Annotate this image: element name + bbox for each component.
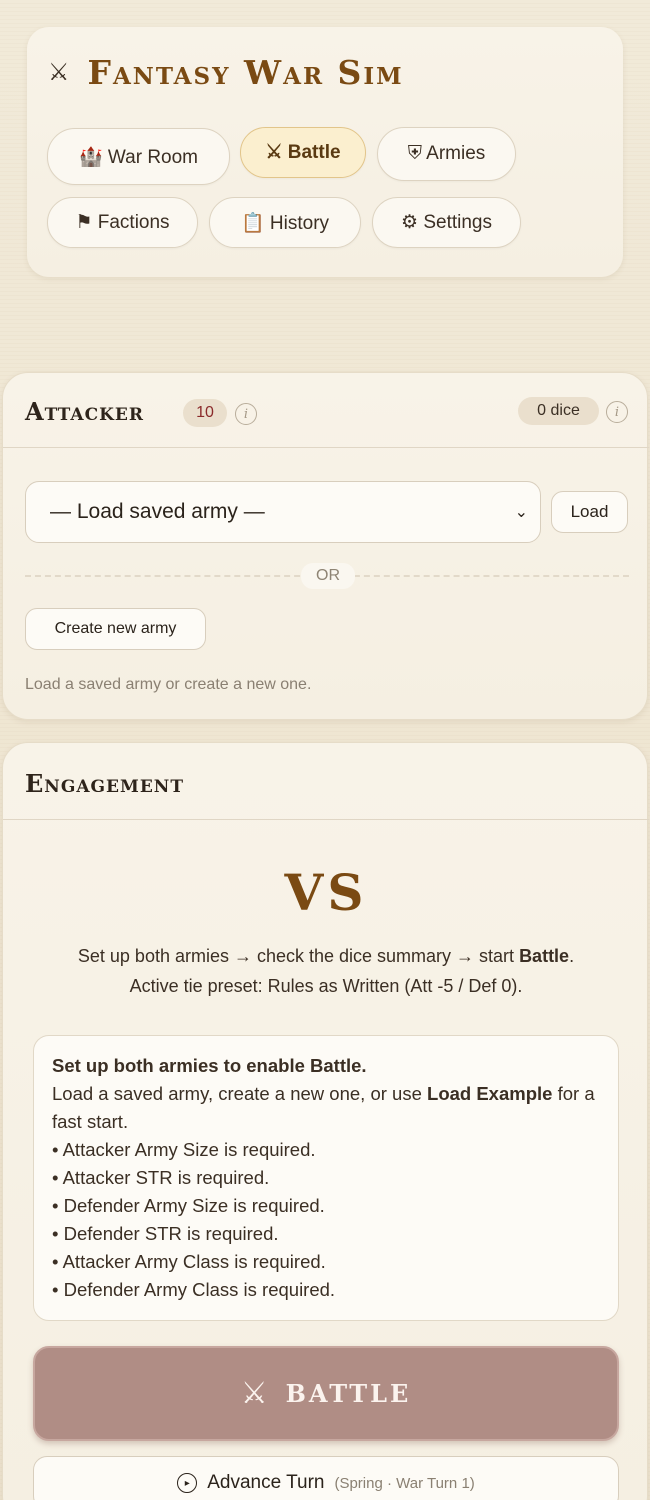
requirement-item: • Attacker Army Size is required.	[52, 1139, 316, 1160]
load-example-bold: Load Example	[427, 1083, 553, 1104]
advance-turn-button[interactable]: ▸ Advance Turn (Spring · War Turn 1)	[33, 1456, 619, 1500]
advance-turn-sub: (Spring · War Turn 1)	[334, 1474, 475, 1492]
requirement-item: • Defender STR is required.	[52, 1223, 279, 1244]
nav-factions[interactable]: ⚑ Factions	[47, 197, 198, 248]
requirement-item: • Defender Army Class is required.	[52, 1279, 336, 1300]
attacker-card: Attacker 10 i 0 dice i — Load saved army…	[2, 372, 649, 720]
attacker-hint: Load a saved army or create a new one.	[25, 676, 312, 693]
dice-badge: 0 dice	[518, 397, 599, 425]
desc-text: Set up both armies → check the dice summ…	[77, 946, 520, 966]
saved-army-select-value: — Load saved army —	[50, 500, 265, 523]
or-label: OR	[301, 563, 355, 589]
attacker-divider	[3, 447, 649, 448]
saved-army-select[interactable]: — Load saved army — ⌄	[25, 481, 541, 543]
tie-preset-text: Active tie preset: Rules as Written (Att…	[129, 976, 523, 996]
battle-button-label: BATTLE	[285, 1379, 412, 1408]
play-circle-icon: ▸	[177, 1473, 198, 1493]
requirements-intro: Load a saved army, create a new one, or …	[52, 1080, 600, 1136]
crossed-swords-icon: ⚔	[48, 58, 72, 86]
nav-armies[interactable]: ⛨ Armies	[377, 127, 516, 181]
requirements-heading: Set up both armies to enable Battle.	[52, 1055, 367, 1076]
desc-period: .	[569, 946, 575, 966]
load-button[interactable]: Load	[551, 491, 628, 533]
crossed-swords-icon: ⚔	[240, 1376, 268, 1411]
battle-button[interactable]: ⚔ BATTLE	[33, 1346, 619, 1441]
requirement-item: • Defender Army Size is required.	[52, 1195, 325, 1216]
engagement-divider	[3, 819, 649, 820]
engagement-title: Engagement	[25, 769, 184, 798]
nav-history[interactable]: 📋 History	[209, 197, 361, 248]
info-icon[interactable]: i	[235, 403, 257, 425]
app-title: ⚔ Fantasy War Sim	[48, 52, 404, 92]
app-title-text: Fantasy War Sim	[87, 52, 404, 92]
nav-settings[interactable]: ⚙ Settings	[372, 197, 521, 248]
engagement-card: Engagement VS Set up both armies → check…	[2, 742, 649, 1500]
nav-war-room[interactable]: 🏰 War Room	[47, 128, 230, 185]
desc-battle-bold: Battle	[519, 946, 570, 966]
requirement-item: • Attacker Army Class is required.	[52, 1251, 326, 1272]
requirement-item: • Attacker STR is required.	[52, 1167, 270, 1188]
attacker-title: Attacker	[25, 397, 144, 426]
chevron-down-icon: ⌄	[514, 504, 528, 521]
engagement-description: Set up both armies → check the dice summ…	[3, 946, 649, 967]
requirements-intro-text: Load a saved army, create a new one, or …	[52, 1083, 428, 1104]
attacker-count-badge: 10	[183, 399, 227, 427]
vs-label: VS	[284, 863, 368, 922]
requirements-box: Set up both armies to enable Battle. Loa…	[33, 1035, 619, 1321]
dice-info-icon[interactable]: i	[606, 401, 628, 423]
nav-battle[interactable]: ⚔ Battle	[240, 127, 366, 178]
create-army-button[interactable]: Create new army	[25, 608, 206, 650]
advance-turn-label: Advance Turn	[207, 1472, 325, 1493]
